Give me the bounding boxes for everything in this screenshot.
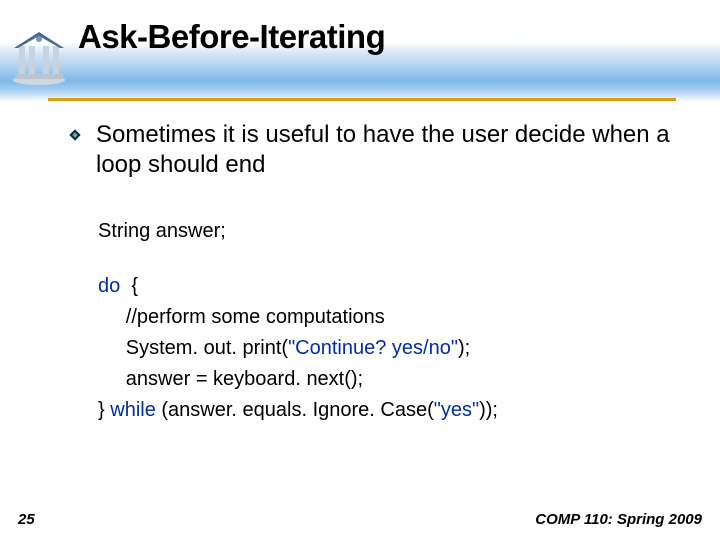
- code-line: //perform some computations: [98, 302, 680, 333]
- diamond-bullet-icon: [68, 128, 82, 142]
- page-number: 25: [18, 511, 35, 528]
- code-block: String answer; do { //perform some compu…: [98, 216, 680, 426]
- title-underline: [48, 98, 676, 101]
- bullet-text: Sometimes it is useful to have the user …: [96, 120, 680, 180]
- footer-text: COMP 110: Spring 2009: [535, 511, 702, 528]
- bullet-item: Sometimes it is useful to have the user …: [68, 120, 680, 180]
- code-line: answer = keyboard. next();: [98, 364, 680, 395]
- code-line: System. out. print("Continue? yes/no");: [98, 333, 680, 364]
- unc-well-logo: [10, 28, 68, 86]
- code-line: String answer;: [98, 216, 680, 247]
- slide-title: Ask-Before-Iterating: [78, 18, 385, 56]
- code-line: } while (answer. equals. Ignore. Case("y…: [98, 395, 680, 426]
- slide-content: Sometimes it is useful to have the user …: [68, 120, 680, 426]
- code-line: do {: [98, 271, 680, 302]
